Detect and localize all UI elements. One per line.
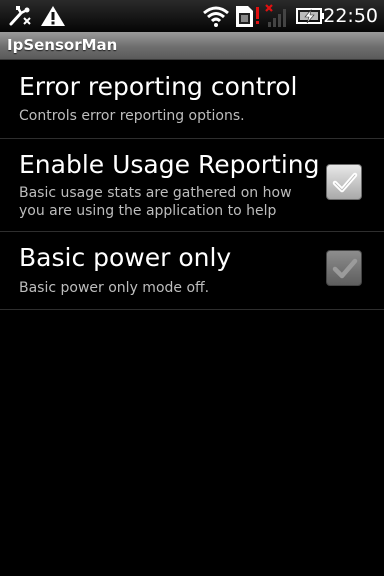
pref-summary: Controls error reporting options. (19, 108, 245, 124)
app-title: IpSensorMan (7, 36, 118, 54)
wifi-icon (203, 6, 229, 27)
warning-icon (41, 6, 65, 26)
pref-title: Error reporting control (19, 72, 298, 101)
pref-basic-power-only[interactable]: Basic power only Basic power only mode o… (0, 232, 384, 310)
usage-reporting-checkbox[interactable] (326, 164, 362, 200)
pref-title: Basic power only (19, 243, 232, 272)
no-signal-icon (265, 4, 286, 27)
checkmark-icon (332, 172, 358, 193)
app-title-bar: IpSensorMan (0, 32, 384, 60)
pref-title: Enable Usage Reporting (19, 150, 320, 179)
pref-summary: Basic power only mode off. (19, 280, 210, 296)
pref-error-reporting-control[interactable]: Error reporting control Controls error r… (0, 60, 384, 139)
basic-power-checkbox[interactable] (326, 250, 362, 286)
pref-summary: Basic usage stats are gathered on how yo… (19, 185, 292, 219)
clock: 22:50 (323, 5, 378, 27)
sim-card-icon (236, 6, 259, 27)
battery-charging-icon (296, 8, 324, 24)
checkmark-icon (332, 258, 358, 279)
preference-list: Error reporting control Controls error r… (0, 60, 384, 310)
status-bar: 22:50 (0, 0, 384, 32)
pref-enable-usage-reporting[interactable]: Enable Usage Reporting Basic usage stats… (0, 139, 384, 232)
usb-debug-icon (9, 6, 31, 26)
